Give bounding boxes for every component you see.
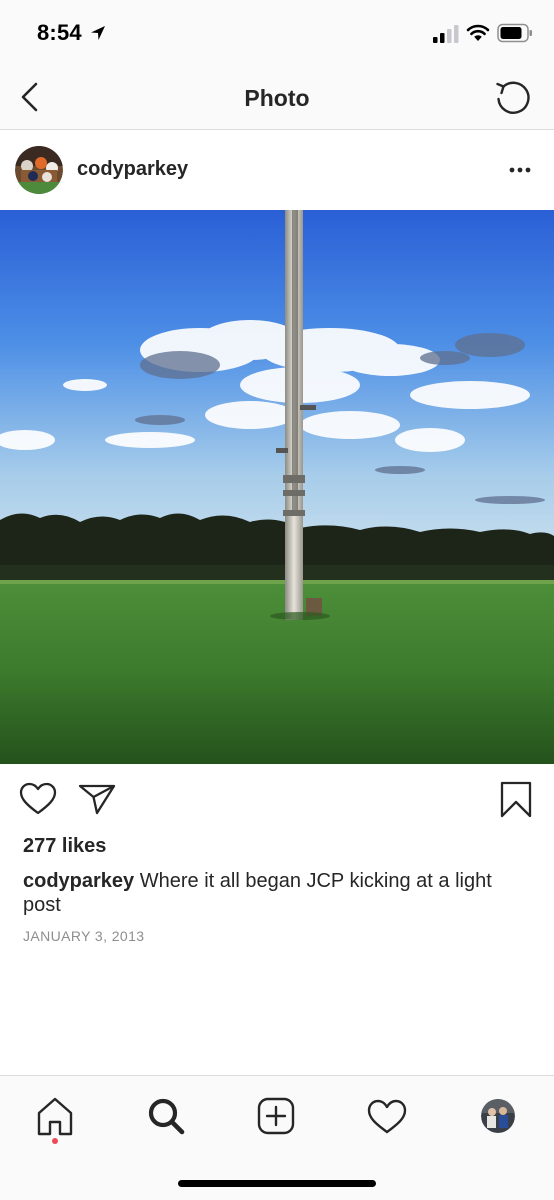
save-button[interactable] bbox=[500, 781, 532, 819]
post-caption: codyparkey Where it all began JCP kickin… bbox=[23, 869, 533, 917]
heart-icon bbox=[19, 782, 57, 815]
likes-count[interactable]: 277 likes bbox=[23, 835, 106, 858]
navigation-bar: Photo bbox=[0, 66, 554, 130]
home-indicator bbox=[178, 1180, 376, 1187]
caption-username[interactable]: codyparkey bbox=[23, 870, 134, 892]
post-username[interactable]: codyparkey bbox=[77, 158, 188, 181]
battery-icon bbox=[497, 23, 532, 43]
location-arrow-icon bbox=[91, 26, 105, 40]
heart-icon bbox=[367, 1099, 407, 1134]
instagram-photo-screen: 8:54 Photo codyparkey 277 likes codypark… bbox=[0, 0, 554, 1200]
tab-activity[interactable] bbox=[365, 1094, 409, 1138]
more-options-button[interactable] bbox=[506, 157, 536, 183]
avatar[interactable] bbox=[15, 146, 63, 194]
status-time: 8:54 bbox=[37, 20, 82, 45]
tab-new-post[interactable] bbox=[254, 1094, 298, 1138]
home-notification-dot bbox=[52, 1138, 58, 1144]
refresh-button[interactable] bbox=[494, 79, 532, 117]
search-icon bbox=[148, 1098, 185, 1135]
more-horizontal-icon bbox=[509, 167, 531, 173]
page-title: Photo bbox=[244, 85, 310, 111]
refresh-icon bbox=[496, 81, 530, 114]
wifi-icon bbox=[466, 24, 490, 41]
like-button[interactable] bbox=[19, 782, 57, 816]
post-header: codyparkey bbox=[0, 131, 554, 210]
cellular-signal-icon bbox=[433, 25, 459, 43]
status-bar: 8:54 bbox=[0, 0, 554, 66]
plus-square-icon bbox=[257, 1097, 295, 1135]
post-photo[interactable] bbox=[0, 210, 554, 764]
paper-plane-icon bbox=[78, 784, 116, 815]
profile-avatar bbox=[481, 1099, 515, 1133]
share-button[interactable] bbox=[78, 782, 116, 816]
home-icon bbox=[37, 1097, 73, 1136]
tab-home[interactable] bbox=[33, 1094, 77, 1138]
post-actions bbox=[0, 764, 554, 834]
tab-search[interactable] bbox=[144, 1094, 188, 1138]
tab-profile[interactable] bbox=[476, 1094, 520, 1138]
bookmark-icon bbox=[500, 781, 532, 818]
post-date: JANUARY 3, 2013 bbox=[23, 928, 145, 944]
